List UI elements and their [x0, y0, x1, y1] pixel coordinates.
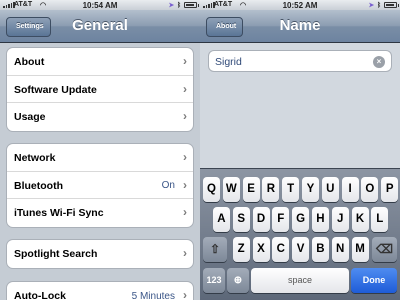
- shift-key-icon[interactable]: ⇧: [203, 237, 227, 262]
- chevron-right-icon: ›: [183, 288, 187, 300]
- chevron-right-icon: ›: [183, 246, 187, 260]
- key-h[interactable]: H: [311, 207, 329, 232]
- status-bar: AT&T ◠ 10:52 AM ➤ ᛒ: [200, 0, 400, 10]
- settings-row-about[interactable]: About ›: [7, 48, 193, 76]
- globe-icon[interactable]: ⊕: [227, 268, 249, 293]
- key-o[interactable]: O: [361, 177, 379, 202]
- row-label: Software Update: [14, 83, 97, 96]
- key-x[interactable]: X: [252, 237, 270, 262]
- key-m[interactable]: M: [351, 237, 369, 262]
- general-settings-screen: AT&T ◠ 10:54 AM ➤ ᛒ Settings General Abo…: [0, 0, 200, 300]
- row-label: Network: [14, 152, 56, 164]
- chevron-right-icon: ›: [183, 81, 187, 96]
- row-label: Bluetooth: [14, 179, 63, 192]
- settings-row-bluetooth[interactable]: Bluetooth On ›: [7, 172, 193, 199]
- key-d[interactable]: D: [252, 207, 270, 232]
- key-j[interactable]: J: [331, 207, 349, 232]
- key-a[interactable]: A: [212, 207, 230, 232]
- key-e[interactable]: E: [242, 177, 260, 202]
- name-edit-screen: AT&T ◠ 10:52 AM ➤ ᛒ About Name Sigrid × …: [200, 0, 400, 300]
- row-label: Usage: [14, 111, 46, 123]
- settings-row-network[interactable]: Network ›: [7, 144, 193, 172]
- auto-lock-value: 5 Minutes: [131, 290, 175, 300]
- location-icon: ➤: [168, 2, 175, 9]
- navigation-bar: Settings General: [0, 10, 200, 43]
- settings-group-spotlight: Spotlight Search ›: [6, 239, 194, 269]
- bluetooth-status-value: On: [161, 180, 175, 191]
- settings-row-auto-lock[interactable]: Auto-Lock 5 Minutes ›: [7, 282, 193, 300]
- settings-group-autolock: Auto-Lock 5 Minutes ›: [6, 281, 194, 300]
- chevron-right-icon: ›: [183, 54, 187, 68]
- done-key[interactable]: Done: [351, 268, 397, 293]
- key-z[interactable]: Z: [232, 237, 250, 262]
- key-p[interactable]: P: [381, 177, 399, 202]
- status-bar: AT&T ◠ 10:54 AM ➤ ᛒ: [0, 0, 200, 10]
- chevron-right-icon: ›: [183, 205, 187, 219]
- key-u[interactable]: U: [321, 177, 339, 202]
- key-r[interactable]: R: [262, 177, 280, 202]
- key-f[interactable]: F: [272, 207, 290, 232]
- numbers-key[interactable]: 123: [203, 268, 225, 293]
- location-icon: ➤: [368, 2, 375, 9]
- battery-icon: [384, 2, 399, 8]
- key-k[interactable]: K: [351, 207, 369, 232]
- key-i[interactable]: I: [341, 177, 359, 202]
- name-input[interactable]: Sigrid ×: [208, 50, 392, 72]
- chevron-right-icon: ›: [183, 177, 187, 192]
- clear-text-icon[interactable]: ×: [373, 56, 385, 68]
- key-s[interactable]: S: [232, 207, 250, 232]
- bluetooth-icon: ᛒ: [377, 1, 381, 9]
- chevron-right-icon: ›: [183, 150, 187, 164]
- battery-icon: [184, 2, 199, 8]
- onscreen-keyboard: Q W E R T Y U I O P A S D F G H J K L Z X C V B N M ⇧ ⌫ 123 ⊕ space Don…: [200, 168, 400, 300]
- navigation-bar: About Name: [200, 10, 400, 43]
- bluetooth-icon: ᛒ: [177, 1, 181, 9]
- key-t[interactable]: T: [282, 177, 300, 202]
- page-title: General: [72, 17, 128, 34]
- row-label: About: [14, 56, 45, 68]
- key-c[interactable]: C: [272, 237, 290, 262]
- settings-row-spotlight-search[interactable]: Spotlight Search ›: [7, 240, 193, 268]
- name-input-value: Sigrid: [215, 56, 242, 68]
- chevron-right-icon: ›: [183, 109, 187, 123]
- row-label: iTunes Wi-Fi Sync: [14, 207, 104, 219]
- key-g[interactable]: G: [292, 207, 310, 232]
- settings-row-usage[interactable]: Usage ›: [7, 103, 193, 131]
- settings-group-connectivity: Network › Bluetooth On › iTunes Wi-Fi Sy…: [6, 143, 194, 228]
- space-key[interactable]: space: [251, 268, 349, 293]
- page-title: Name: [279, 17, 321, 34]
- key-v[interactable]: V: [292, 237, 310, 262]
- row-label: Spotlight Search: [14, 248, 98, 260]
- settings-group-info: About › Software Update › Usage ›: [6, 47, 194, 132]
- key-q[interactable]: Q: [203, 177, 220, 202]
- key-b[interactable]: B: [311, 237, 329, 262]
- settings-row-software-update[interactable]: Software Update ›: [7, 76, 193, 103]
- key-n[interactable]: N: [331, 237, 349, 262]
- key-l[interactable]: L: [371, 207, 389, 232]
- row-label: Auto-Lock: [14, 290, 66, 300]
- key-w[interactable]: W: [222, 177, 240, 202]
- key-y[interactable]: Y: [302, 177, 319, 202]
- delete-key-icon[interactable]: ⌫: [372, 237, 397, 262]
- settings-row-itunes-wifi-sync[interactable]: iTunes Wi-Fi Sync ›: [7, 199, 193, 227]
